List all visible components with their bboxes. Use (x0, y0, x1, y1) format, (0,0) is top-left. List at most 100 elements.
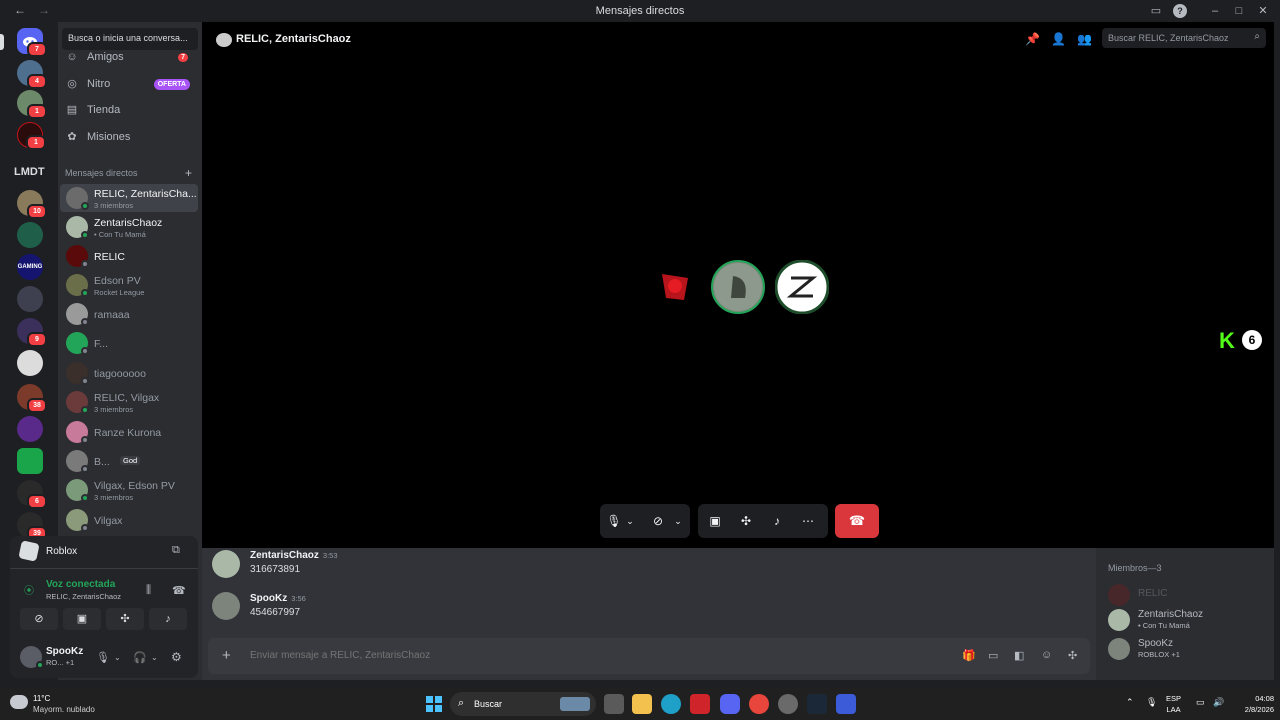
server-gaming[interactable]: GAMING (17, 254, 43, 280)
roblox-app-icon[interactable] (836, 694, 856, 714)
server-10[interactable] (17, 416, 43, 442)
server-3[interactable]: 1 (17, 122, 46, 150)
help-icon[interactable]: ? (1173, 4, 1187, 18)
server-13[interactable]: 39 (17, 512, 47, 541)
disconnect-call-button[interactable]: ☎ (835, 504, 879, 538)
voice-channel[interactable]: RELIC, ZentarisChaoz (46, 592, 121, 601)
nav-shop[interactable]: ▤ Tienda (66, 99, 196, 121)
participant-relic[interactable] (648, 260, 702, 314)
more-icon[interactable]: ⋯ (794, 504, 822, 538)
server-9[interactable]: 38 (17, 384, 47, 413)
dm-item[interactable]: ZentarisChaoz • Con Tu Mamá (60, 213, 198, 241)
mic-icon[interactable]: 🎙 (96, 651, 110, 664)
weather-temp[interactable]: 11°C (33, 694, 50, 703)
server-8[interactable] (17, 350, 43, 376)
avatar[interactable] (212, 592, 240, 620)
task-view-icon[interactable] (604, 694, 624, 714)
member-item[interactable]: RELIC (1108, 582, 1268, 610)
voice-status[interactable]: Voz conectada (46, 579, 115, 590)
chevron-down-icon[interactable]: ⌄ (668, 504, 688, 538)
chevron-down-icon[interactable]: ⌄ (114, 653, 121, 662)
channel-search-input[interactable]: Buscar RELIC, ZentarisChaoz ⌕ (1102, 28, 1266, 48)
server-4[interactable]: 10 (17, 190, 47, 219)
username[interactable]: SpooKz (46, 646, 83, 657)
participant-spookz[interactable] (774, 259, 830, 315)
attach-plus-icon[interactable]: + (222, 647, 231, 664)
maximize-icon[interactable]: □ (1232, 4, 1246, 18)
weather-desc[interactable]: Mayorm. nublado (33, 705, 95, 714)
message-author[interactable]: SpooKz 3:56 (250, 593, 306, 604)
pin-icon[interactable]: 📌 (1025, 32, 1040, 46)
chevron-up-icon[interactable]: ⌃ (1126, 697, 1134, 708)
nav-friends[interactable]: ☺ Amigos 7 (66, 46, 196, 68)
chevron-down-icon[interactable]: ⌄ (620, 504, 640, 538)
gift-icon[interactable]: 🎁 (962, 649, 976, 662)
create-dm-icon[interactable]: + (185, 166, 192, 180)
dm-item[interactable]: Ranze Kurona (60, 418, 198, 446)
soundboard-button[interactable]: ♪ (149, 608, 187, 630)
dm-item[interactable]: Vilgax (60, 506, 198, 534)
dm-item[interactable]: RELIC (60, 242, 198, 270)
dm-item[interactable]: ramaaa (60, 300, 198, 328)
server-2[interactable]: 1 (17, 90, 47, 119)
emoji-icon[interactable]: ☺ (1041, 649, 1052, 661)
share-screen-icon[interactable]: ▣ (701, 504, 729, 538)
apps-icon[interactable]: ✣ (1068, 649, 1077, 662)
server-12[interactable]: 6 (17, 480, 47, 509)
screen-share-icon[interactable]: ⧉ (172, 544, 180, 557)
gif-icon[interactable]: ▭ (988, 649, 998, 662)
add-friends-icon[interactable]: 👤 (1051, 32, 1066, 46)
activities-icon[interactable]: ✣ (732, 504, 760, 538)
member-item[interactable]: SpooKz ROBLOX +1 (1108, 636, 1268, 664)
minimize-icon[interactable]: – (1208, 4, 1222, 18)
member-item[interactable]: ZentarisChaoz • Con Tu Mamá (1108, 607, 1268, 635)
server-7[interactable]: 9 (17, 318, 47, 347)
headphones-icon[interactable]: 🎧 (133, 651, 147, 664)
server-1[interactable]: 4 (17, 60, 47, 89)
disconnect-icon[interactable]: ☎ (172, 584, 186, 597)
dm-item[interactable]: RELIC, Vilgax 3 miembros (60, 388, 198, 416)
network-icon[interactable]: ▭ (1196, 697, 1205, 708)
file-explorer-icon[interactable] (632, 694, 652, 714)
server-6[interactable] (17, 286, 43, 312)
message-input[interactable] (250, 650, 910, 661)
nav-quests[interactable]: ✿ Misiones (66, 126, 196, 148)
noise-suppression-icon[interactable]: ⫼ (146, 584, 151, 597)
server-5[interactable] (17, 222, 43, 248)
avatar[interactable] (212, 550, 240, 578)
server-folder-label[interactable]: LMDT (14, 166, 45, 178)
members-icon[interactable]: 👥 (1077, 32, 1092, 46)
dm-item[interactable]: B... God (60, 447, 198, 475)
close-icon[interactable]: ✕ (1256, 4, 1270, 18)
start-button[interactable] (426, 696, 442, 712)
cloud-icon[interactable] (10, 695, 28, 709)
chrome-icon[interactable] (749, 694, 769, 714)
wps-icon[interactable] (690, 694, 710, 714)
edge-icon[interactable] (661, 694, 681, 714)
sticker-icon[interactable]: ◧ (1014, 649, 1024, 662)
scrollbar[interactable] (1274, 22, 1280, 680)
clock[interactable]: 04:08 2/8/2026 (1232, 693, 1274, 715)
dm-item[interactable]: RELIC, ZentarisCha... 3 miembros (60, 184, 198, 212)
chevron-down-icon[interactable]: ⌄ (151, 653, 158, 662)
participant-zentarischaoz[interactable] (711, 260, 765, 314)
camera-button[interactable]: ⊘ (20, 608, 58, 630)
nav-nitro[interactable]: ◎ Nitro OFERTA (66, 73, 196, 95)
soundboard-icon[interactable]: ♪ (763, 504, 791, 538)
volume-icon[interactable]: 🔊 (1213, 697, 1224, 708)
home-button[interactable]: 7 (17, 28, 47, 57)
language-indicator[interactable]: ESP LAA (1166, 693, 1181, 715)
dm-item[interactable]: F... (60, 329, 198, 357)
gear-icon[interactable]: ⚙ (171, 650, 182, 664)
dm-item[interactable]: Edson PV Rocket League (60, 271, 198, 299)
settings-app-icon[interactable] (778, 694, 798, 714)
discord-icon[interactable] (720, 694, 740, 714)
activities-button[interactable]: ✣ (106, 608, 144, 630)
dm-item[interactable]: tiagoooooo (60, 359, 198, 387)
dm-item[interactable]: Vilgax, Edson PV 3 miembros (60, 476, 198, 504)
share-screen-button[interactable]: ▣ (63, 608, 101, 630)
inbox-icon[interactable]: ▭ (1149, 4, 1163, 18)
server-11[interactable] (17, 448, 43, 474)
mic-tray-icon[interactable]: 🎙 (1146, 697, 1157, 708)
steam-icon[interactable] (807, 694, 827, 714)
